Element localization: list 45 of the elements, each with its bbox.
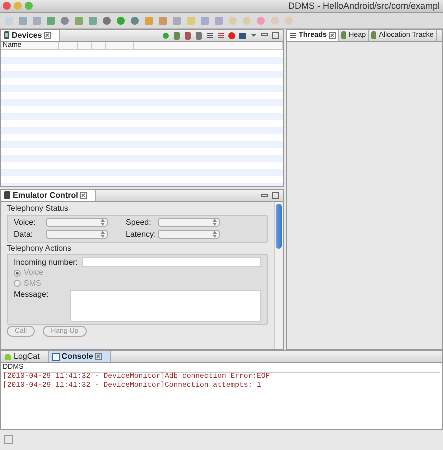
number-field[interactable] bbox=[82, 257, 261, 268]
scrollbar[interactable] bbox=[274, 202, 283, 349]
field-label: Latency: bbox=[126, 230, 154, 240]
spinner-icon bbox=[101, 218, 105, 226]
dropdown[interactable] bbox=[46, 218, 108, 227]
field-label: Message: bbox=[14, 290, 50, 300]
console-icon bbox=[52, 352, 60, 360]
window-title: DDMS - HelloAndroid/src/com/exampl bbox=[288, 0, 440, 12]
devices-tab[interactable]: Devices bbox=[1, 30, 60, 41]
console-tab[interactable]: Console bbox=[48, 351, 112, 362]
maximize-icon bbox=[272, 30, 280, 40]
maximize-icon bbox=[272, 192, 280, 200]
screen-icon bbox=[239, 30, 247, 40]
close-icon bbox=[44, 32, 52, 39]
field-label: Speed: bbox=[126, 218, 152, 228]
minimize-button[interactable] bbox=[14, 2, 22, 10]
threads-icon bbox=[217, 30, 225, 40]
close-icon bbox=[95, 353, 102, 360]
dropdown[interactable] bbox=[158, 218, 220, 227]
close-icon bbox=[328, 32, 336, 39]
spinner-icon bbox=[213, 231, 217, 238]
emulator-control-tab[interactable]: Emulator Control bbox=[1, 190, 96, 201]
field-label: Incoming number: bbox=[14, 258, 78, 268]
close-button[interactable] bbox=[3, 2, 11, 10]
threads-icon bbox=[206, 30, 214, 40]
field-label: Voice: bbox=[14, 218, 37, 228]
spinner-icon bbox=[101, 231, 105, 238]
cylinder-icon bbox=[340, 31, 347, 40]
threads-icon bbox=[289, 32, 297, 40]
dropdown[interactable] bbox=[158, 230, 220, 240]
cylinder-icon bbox=[371, 31, 378, 40]
stop-icon bbox=[228, 30, 236, 40]
android-icon bbox=[4, 352, 12, 360]
zoom-button[interactable] bbox=[25, 2, 33, 10]
minimize-icon bbox=[261, 192, 269, 200]
phone-icon bbox=[4, 31, 10, 40]
dropdown[interactable] bbox=[46, 230, 108, 240]
close-icon bbox=[80, 192, 88, 199]
device-icon bbox=[4, 191, 11, 200]
section-title: Telephony Actions bbox=[7, 244, 72, 254]
fast-view-icon bbox=[4, 435, 13, 444]
spinner-icon bbox=[213, 218, 217, 226]
message-field[interactable] bbox=[70, 290, 261, 322]
section-title: Telephony Status bbox=[7, 204, 70, 214]
field-label: Data: bbox=[14, 230, 34, 240]
